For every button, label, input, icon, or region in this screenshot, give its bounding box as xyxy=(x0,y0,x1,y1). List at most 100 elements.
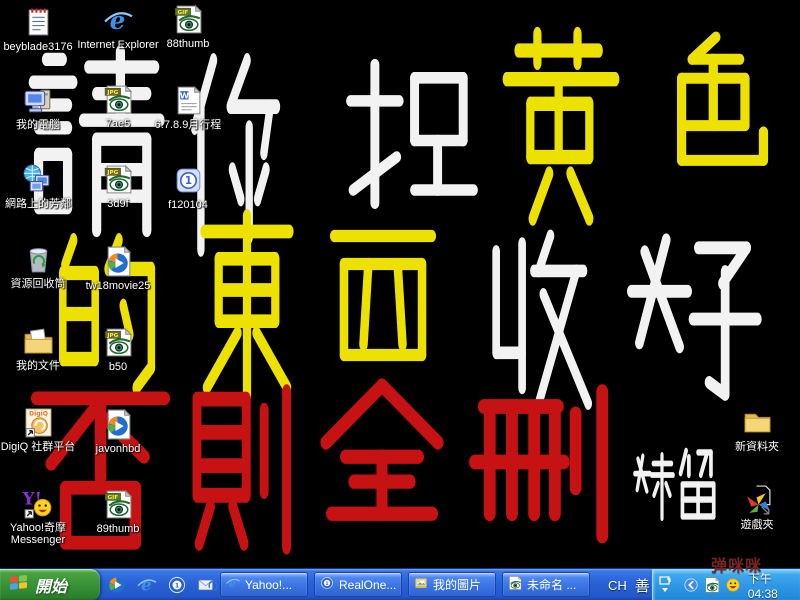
desktop-icon--[interactable]: 資源回收筒 xyxy=(0,243,82,290)
wallpaper-character xyxy=(312,382,452,560)
desktop-icon-yahoo-messenger[interactable]: Y! Yahoo!奇摩 Messenger xyxy=(0,487,82,546)
task-buttons: e Yahoo!... 1 RealOne... 我的圖片 未命名 ... xyxy=(220,572,590,597)
wallpaper-character xyxy=(322,222,444,397)
windows-logo-icon xyxy=(8,573,30,598)
jpg-image-icon: JPG xyxy=(74,326,162,359)
icon-label: 89thumb xyxy=(74,523,162,535)
media-file-icon xyxy=(74,245,162,278)
ie-icon: e xyxy=(225,575,241,594)
taskbar-button-label: 我的圖片 xyxy=(433,576,481,593)
svg-text:e: e xyxy=(229,576,237,590)
network-icon xyxy=(0,163,82,196)
quick-launch-wmp-icon[interactable] xyxy=(106,574,128,596)
icon-label: DigiQ 社群平台 xyxy=(0,441,82,453)
svg-text:e: e xyxy=(141,576,152,595)
icon-label: 6.7.8.9月行程 xyxy=(144,119,232,131)
yahoo-messenger-icon: Y! xyxy=(0,487,82,520)
desktop-icon-tw18movie25[interactable]: tw18movie25 xyxy=(74,245,162,292)
wallpaper-character xyxy=(188,388,300,573)
svg-text:GIF: GIF xyxy=(177,10,188,16)
desktop-icon--[interactable]: 新資料夾 xyxy=(713,406,800,453)
games-folder-icon xyxy=(713,484,800,517)
taskbar-button[interactable]: 我的圖片 xyxy=(408,572,496,597)
acdsee-tray-icon[interactable] xyxy=(703,576,721,594)
taskbar-button[interactable]: e Yahoo!... xyxy=(220,572,308,597)
svg-text:JPG: JPG xyxy=(106,170,118,176)
gif-image-icon: GIF xyxy=(74,488,162,521)
wallpaper-character xyxy=(626,228,760,426)
desktop-icon-digiq-[interactable]: DigiQ DigiQ 社群平台 xyxy=(0,406,82,453)
wallpaper-character xyxy=(634,452,674,524)
taskbar-button[interactable]: 未命名 ... xyxy=(502,572,590,597)
quick-launch-mail-icon[interactable] xyxy=(196,574,218,596)
desktop-icon-beyblade3176[interactable]: beyblade3176 xyxy=(0,6,82,53)
acdsee-icon xyxy=(507,575,523,594)
icon-label: 我的文件 xyxy=(0,360,82,372)
language-indicator[interactable]: CH xyxy=(608,578,627,593)
desktop-icon-6-7-8-9-[interactable]: W 6.7.8.9月行程 xyxy=(144,84,232,131)
svg-text:1: 1 xyxy=(325,581,328,587)
start-button[interactable]: 開始 xyxy=(0,569,100,600)
taskbar-button-label: RealOne... xyxy=(339,578,396,592)
icon-label: tw18movie25 xyxy=(74,280,162,292)
wallpaper-character xyxy=(348,58,476,223)
icon-label: 我的電腦 xyxy=(0,119,82,131)
svg-text:1: 1 xyxy=(175,582,179,589)
yahoo-smiley-icon[interactable] xyxy=(724,576,742,594)
svg-text:e: e xyxy=(109,6,125,35)
my-documents-icon xyxy=(0,325,82,358)
desktop-icon--[interactable]: 遊戲夾 xyxy=(713,484,800,531)
svg-text:JPG: JPG xyxy=(106,333,118,339)
wallpaper-character xyxy=(502,30,620,235)
svg-text:GIF: GIF xyxy=(107,495,118,501)
desktop-icon-b50[interactable]: JPG b50 xyxy=(74,326,162,373)
my-computer-icon xyxy=(0,84,82,117)
tray-icons xyxy=(682,576,742,594)
desktop: 請你把黃色的東西收好 否則全刪 — 妹留 弹咪咪 beyblade3176 e … xyxy=(0,0,800,600)
ime-indicator[interactable]: 善 xyxy=(635,575,650,596)
wallpaper-character xyxy=(472,388,620,573)
desktop-icon--[interactable]: 我的文件 xyxy=(0,325,82,372)
svg-text:DigiQ: DigiQ xyxy=(28,410,47,417)
notepad-icon xyxy=(0,6,82,39)
desktop-icon-javonhbd[interactable]: javonhbd xyxy=(74,408,162,455)
icon-label: 資源回收筒 xyxy=(0,278,82,290)
icon-label: javonhbd xyxy=(74,443,162,455)
gif-image-icon: GIF xyxy=(144,3,232,36)
quicktime-file-icon: 1 xyxy=(144,164,232,197)
quick-launch-bar: e 1 xyxy=(106,574,218,596)
media-file-icon xyxy=(74,408,162,441)
wallpaper-character xyxy=(642,34,774,192)
svg-text:JPG: JPG xyxy=(106,90,118,96)
wallpaper-overlay-text: 弹咪咪 xyxy=(711,552,762,576)
ime-toolbar-icon[interactable] xyxy=(658,576,672,594)
start-button-label: 開始 xyxy=(35,573,67,597)
icon-label: Yahoo!奇摩 Messenger xyxy=(0,522,82,546)
icon-label: f120104 xyxy=(144,199,232,211)
svg-text:1: 1 xyxy=(184,175,191,187)
desktop-icon-89thumb[interactable]: GIF 89thumb xyxy=(74,488,162,535)
icon-label: 遊戲夾 xyxy=(713,519,800,531)
digiq-icon: DigiQ xyxy=(0,406,82,439)
taskbar-button-label: Yahoo!... xyxy=(245,578,292,592)
realone-icon: 1 xyxy=(319,575,335,594)
hide-icons-arrow[interactable] xyxy=(682,576,700,594)
taskbar-button-label: 未命名 ... xyxy=(527,576,576,593)
recycle-bin-icon xyxy=(0,243,82,276)
taskbar-button[interactable]: 1 RealOne... xyxy=(314,572,402,597)
wallpaper-character xyxy=(188,212,306,407)
desktop-icon--[interactable]: 網路上的芳鄰 xyxy=(0,163,82,210)
desktop-icon-88thumb[interactable]: GIF 88thumb xyxy=(144,3,232,50)
word-doc-icon: W xyxy=(144,84,232,117)
system-tray: CH 善 下午 04:38 xyxy=(600,569,800,600)
taskbar: 開始 e 1 e Yahoo!... 1 RealOne... 我的圖片 未命名 … xyxy=(0,568,800,600)
folder-icon xyxy=(713,406,800,439)
desktop-icon-f120104[interactable]: 1 f120104 xyxy=(144,164,232,211)
desktop-icon--[interactable]: 我的電腦 xyxy=(0,84,82,131)
quick-launch-ie-icon[interactable]: e xyxy=(136,574,158,596)
quick-launch-realone-icon[interactable]: 1 xyxy=(166,574,188,596)
icon-label: 新資料夾 xyxy=(713,441,800,453)
svg-text:W: W xyxy=(179,90,188,100)
icon-label: beyblade3176 xyxy=(0,41,82,53)
pictures-icon xyxy=(413,575,429,594)
